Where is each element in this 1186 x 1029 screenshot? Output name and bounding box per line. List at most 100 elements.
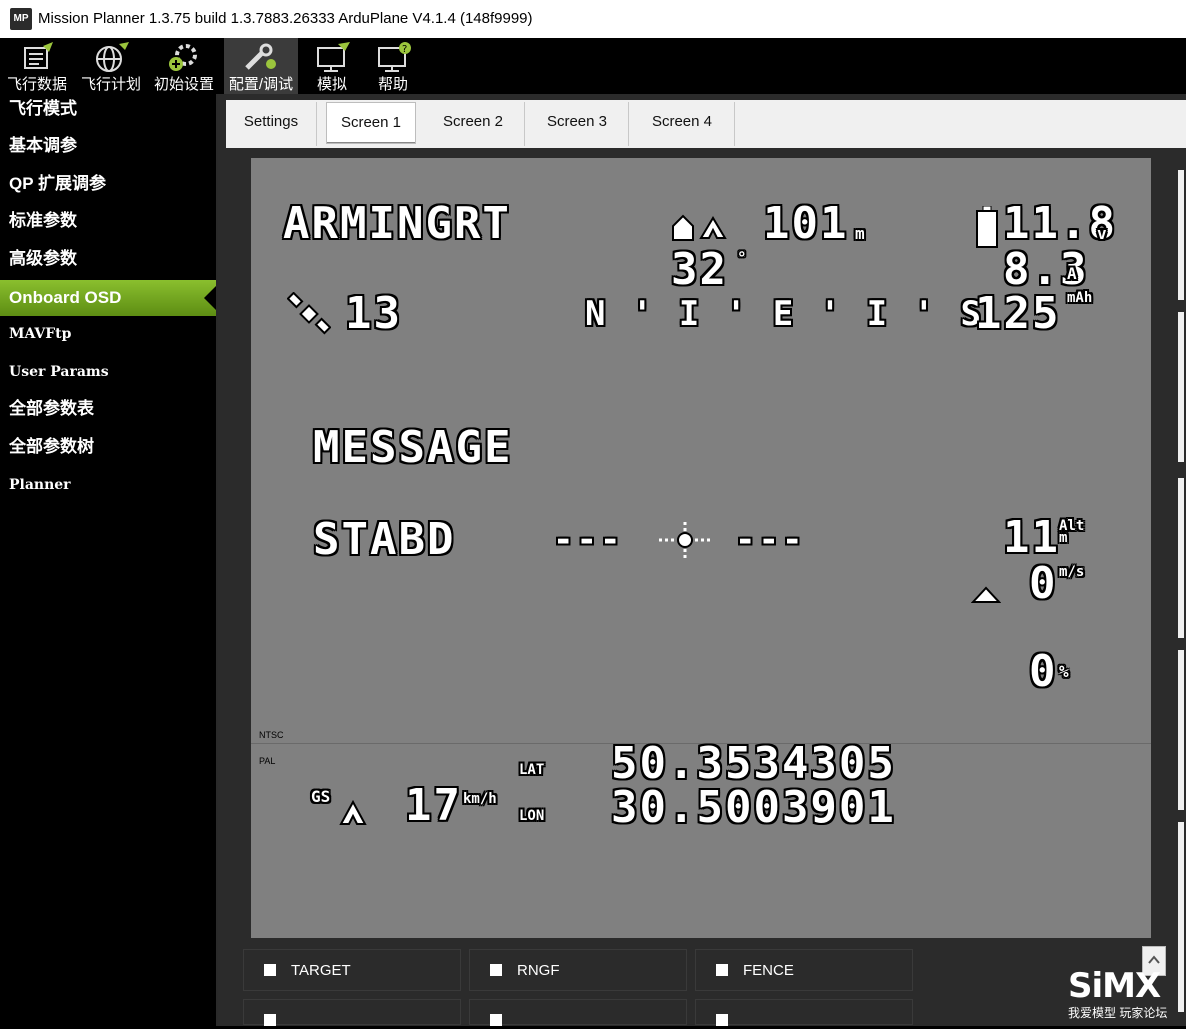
sidebar-item-advanced-params[interactable]: 高级参数 <box>0 244 216 281</box>
watermark: SiMX 我爱模型 玩家论坛 <box>1068 966 1167 1020</box>
osd-satellite-count[interactable]: 13 <box>345 288 402 339</box>
osd-arming-status[interactable]: ARMINGRT <box>283 198 511 249</box>
content-panel: Settings Screen 1 Screen 2 Screen 3 Scre… <box>218 94 1186 1026</box>
tab-screen-4[interactable]: Screen 4 <box>630 102 735 146</box>
right-panel-segment <box>1178 478 1184 638</box>
sidebar-item-flight-modes[interactable]: 飞行模式 <box>0 94 216 131</box>
osd-longitude[interactable]: 30.5003901 <box>611 782 896 833</box>
osd-home-distance[interactable]: 101 <box>763 198 848 249</box>
osd-horizon-right: --- <box>735 520 806 560</box>
sidebar-item-onboard-osd[interactable]: Onboard OSD <box>0 280 216 316</box>
battery-icon <box>976 206 998 248</box>
osd-altitude[interactable]: 11 <box>1003 512 1060 563</box>
sidebar-item-mavftp[interactable]: MAVFtp <box>0 319 216 356</box>
osd-lat-label: LAT <box>519 762 545 778</box>
toolbar-label: 飞行数据 <box>6 76 67 93</box>
ntsc-label: NTSC <box>259 730 284 740</box>
checkbox-row-2-item[interactable] <box>695 999 913 1026</box>
home-arrow-icon <box>672 214 727 241</box>
right-panel-segment <box>1178 650 1184 810</box>
checkbox-fence[interactable]: FENCE <box>695 949 913 991</box>
osd-groundspeed-label: GS <box>311 787 331 806</box>
toolbar-label: 模拟 <box>316 76 347 93</box>
osd-home-distance-unit: m <box>855 224 865 243</box>
osd-compass[interactable]: N ' I ' E ' I ' S <box>585 294 984 334</box>
osd-message[interactable]: MESSAGE <box>313 422 512 473</box>
toolbar-label: 帮助 <box>377 76 408 93</box>
help-icon: ? <box>378 42 411 72</box>
svg-text:?: ? <box>402 44 407 55</box>
toolbar-help[interactable]: ? 帮助 <box>364 38 422 94</box>
osd-home-direction[interactable]: 32 <box>671 244 728 295</box>
right-panel-edge <box>1176 158 1186 1026</box>
watermark-brand: SiMX <box>1068 966 1161 1006</box>
toolbar-config-tuning[interactable]: 配置/调试 <box>224 38 298 94</box>
osd-throttle-unit: % <box>1059 662 1069 681</box>
osd-mah-consumed[interactable]: 125 <box>975 288 1060 339</box>
toolbar-flight-data[interactable]: 飞行数据 <box>4 38 70 94</box>
checkbox-box[interactable] <box>264 1014 276 1026</box>
osd-flight-mode[interactable]: STABD <box>313 514 455 565</box>
sidebar-item-planner[interactable]: Planner <box>0 470 216 507</box>
checkbox-box[interactable] <box>490 964 502 976</box>
sidebar-item-basic-tuning[interactable]: 基本调参 <box>0 131 216 168</box>
osd-altitude-unit: Alt m <box>1059 518 1085 546</box>
sidebar-item-full-param-list[interactable]: 全部参数表 <box>0 394 216 431</box>
osd-current-unit: A <box>1067 264 1077 283</box>
checkbox-rngf[interactable]: RNGF <box>469 949 687 991</box>
active-indicator-arrow <box>204 286 216 310</box>
watermark-subtitle: 我爱模型 玩家论坛 <box>1068 1006 1168 1020</box>
checkbox-box[interactable] <box>716 964 728 976</box>
flight-data-icon <box>24 42 53 69</box>
tab-settings[interactable]: Settings <box>226 102 317 146</box>
climb-arrow-icon <box>971 586 1001 603</box>
toolbar-label: 配置/调试 <box>228 76 294 93</box>
sidebar-item-full-param-tree[interactable]: 全部参数树 <box>0 432 216 469</box>
checkbox-label: TARGET <box>291 962 351 979</box>
toolbar-simulation[interactable]: 模拟 <box>304 38 360 94</box>
sidebar-item-qp-extended-tuning[interactable]: QP 扩展调参 <box>0 169 216 206</box>
horizon-center-icon <box>659 522 711 558</box>
main-toolbar: 飞行数据 飞行计划 初始设置 配置/调试 模拟 ? 帮助 <box>0 38 1186 94</box>
osd-preview[interactable]: ARMINGRT 101 m 32 ° 11.8 v 8.3 A 13 N ' … <box>251 158 1151 938</box>
checkbox-box[interactable] <box>716 1014 728 1026</box>
checkbox-label: FENCE <box>743 962 794 979</box>
osd-battery-voltage-unit: v <box>1097 224 1107 243</box>
osd-home-direction-unit: ° <box>737 248 747 267</box>
groundspeed-arrow-icon <box>339 799 367 825</box>
right-panel-segment <box>1178 312 1184 462</box>
config-tuning-icon <box>245 43 276 70</box>
osd-vertical-speed-unit: m/s <box>1059 564 1085 580</box>
osd-throttle[interactable]: 0 <box>1029 646 1058 697</box>
checkbox-target[interactable]: TARGET <box>243 949 461 991</box>
simulation-icon <box>317 42 350 72</box>
osd-vertical-speed[interactable]: 0 <box>1029 558 1058 609</box>
toolbar-flight-plan[interactable]: 飞行计划 <box>78 38 144 94</box>
flight-plan-icon <box>96 42 129 72</box>
checkbox-row-2-item[interactable] <box>469 999 687 1026</box>
checkbox-row-2-item[interactable] <box>243 999 461 1026</box>
sidebar-item-label: Onboard OSD <box>9 288 122 307</box>
sidebar-item-user-params[interactable]: User Params <box>0 357 216 394</box>
osd-lon-label: LON <box>519 808 545 824</box>
toolbar-label: 飞行计划 <box>80 76 141 93</box>
checkbox-box[interactable] <box>490 1014 502 1026</box>
right-panel-segment <box>1178 170 1184 300</box>
tab-screen-3[interactable]: Screen 3 <box>526 102 629 146</box>
sidebar-item-standard-params[interactable]: 标准参数 <box>0 206 216 243</box>
toolbar-initial-setup[interactable]: 初始设置 <box>150 38 218 94</box>
satellite-icon <box>287 292 331 335</box>
pal-label: PAL <box>259 756 276 766</box>
tab-screen-2[interactable]: Screen 2 <box>422 102 525 146</box>
tab-strip: Settings Screen 1 Screen 2 Screen 3 Scre… <box>226 100 1186 148</box>
title-bar: MP Mission Planner 1.3.75 build 1.3.7883… <box>0 0 1186 39</box>
osd-groundspeed[interactable]: 17 <box>405 780 462 831</box>
window-title: Mission Planner 1.3.75 build 1.3.7883.26… <box>38 10 533 27</box>
osd-item-checkboxes: TARGET RNGF FENCE <box>243 949 1143 1029</box>
osd-mah-unit: mAh <box>1067 290 1093 306</box>
checkbox-box[interactable] <box>264 964 276 976</box>
osd-horizon-left: --- <box>553 520 624 560</box>
tab-screen-1[interactable]: Screen 1 <box>326 102 416 144</box>
initial-setup-icon <box>169 44 197 71</box>
right-panel-segment <box>1178 822 1184 1012</box>
